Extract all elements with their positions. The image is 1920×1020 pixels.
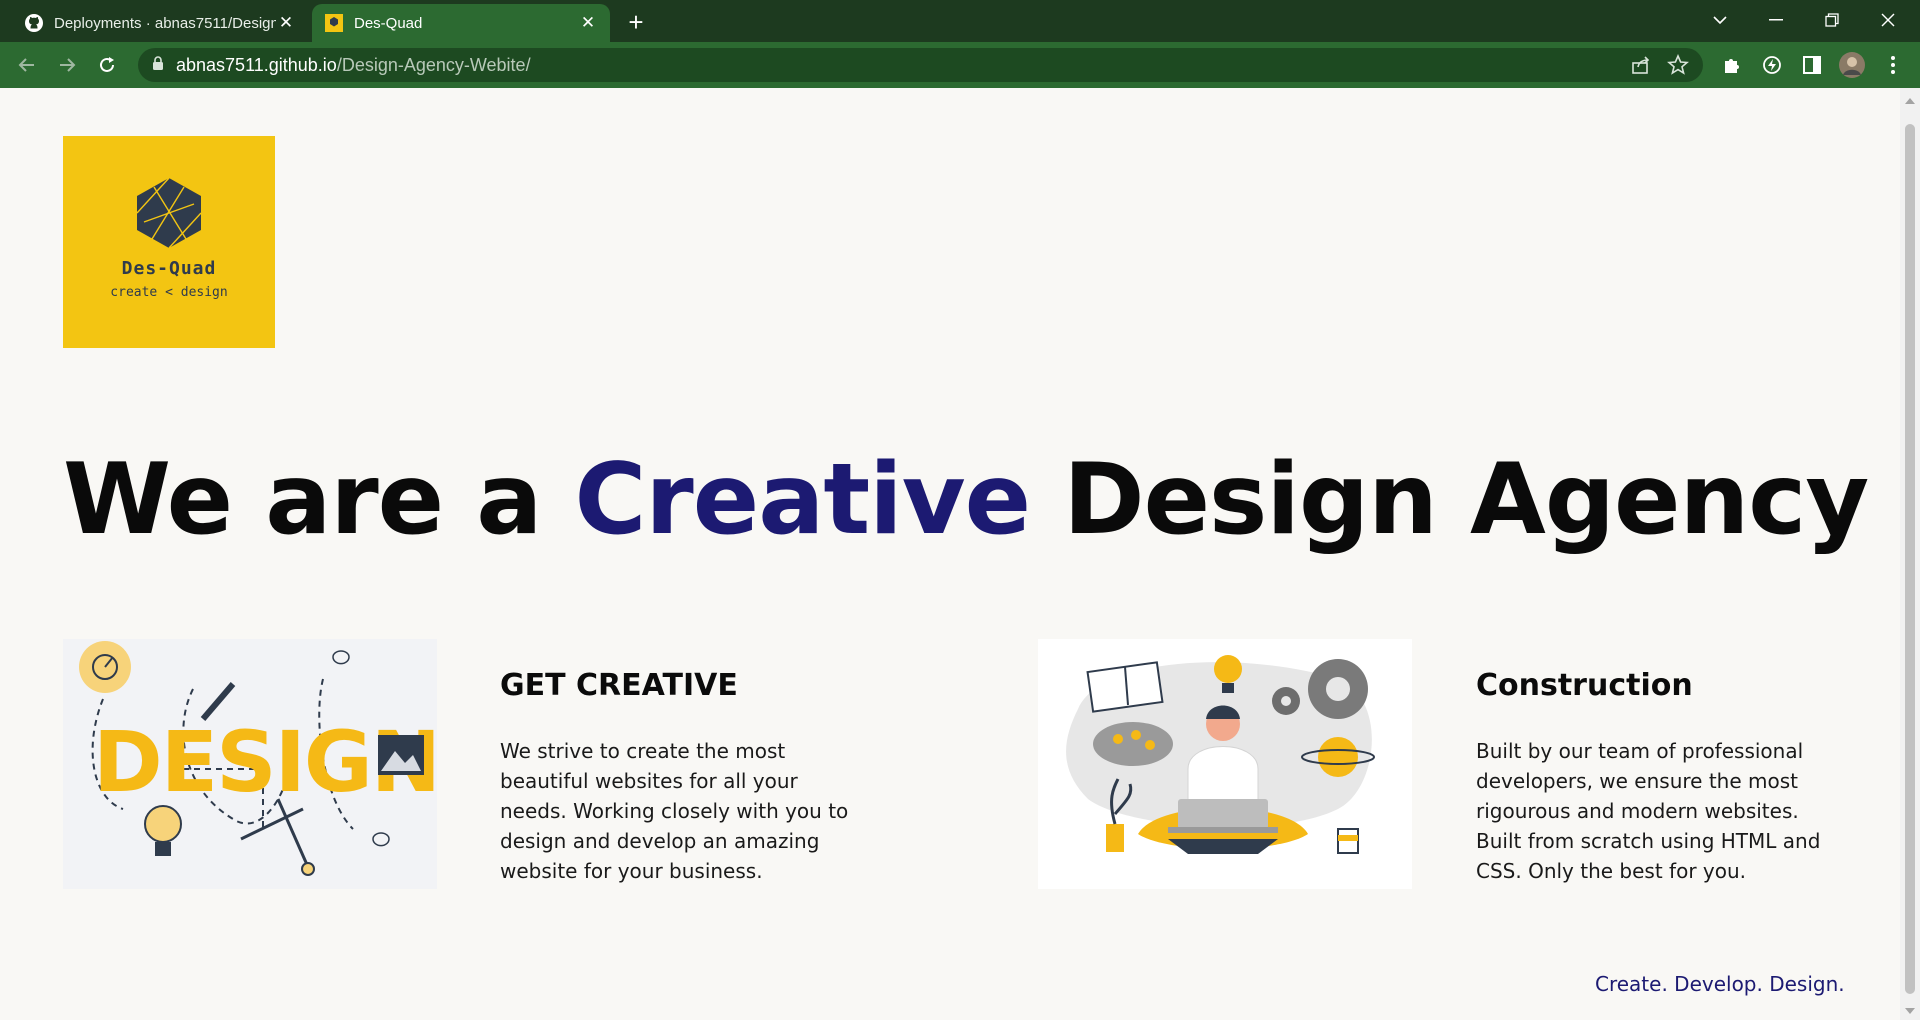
restore-button[interactable] [1804,0,1860,40]
extensions-puzzle-icon[interactable] [1719,52,1745,78]
github-icon [24,13,44,33]
url-path: /Design-Agency-Webite/ [336,54,531,75]
footer-tagline: Create. Develop. Design. [1595,972,1845,996]
scroll-up-arrow-icon[interactable] [1905,98,1915,104]
page-content: Des-Quad create < design We are a Creati… [0,88,1900,1020]
address-bar[interactable]: abnas7511.github.io/Design-Agency-Webite… [138,48,1703,82]
close-window-button[interactable] [1860,0,1916,40]
headline-part1: We are a [63,443,575,557]
lock-icon[interactable] [152,55,164,75]
browser-menu-icon[interactable] [1880,52,1906,78]
tab-title: Deployments · abnas7511/Design [54,14,276,32]
tab-des-quad[interactable]: Des-Quad ✕ [312,4,610,42]
scroll-down-arrow-icon[interactable] [1905,1008,1915,1014]
scroll-thumb[interactable] [1905,124,1915,994]
hexagon-logo-icon [136,177,202,249]
reload-button[interactable] [92,50,122,80]
hero-headline: We are a Creative Design Agency [63,440,1900,560]
section-title-get-creative: GET CREATIVE [500,668,738,703]
side-panel-icon[interactable] [1799,52,1825,78]
logo-tagline: create < design [110,285,228,300]
extension-bolt-icon[interactable] [1759,52,1785,78]
url-host: abnas7511.github.io [176,54,337,75]
new-tab-button[interactable]: + [622,8,650,36]
browser-tab-bar: Deployments · abnas7511/Design ✕ Des-Qua… [0,0,1920,42]
arrow-right-icon [60,58,76,72]
section-title-construction: Construction [1476,668,1693,703]
logo-name: Des-Quad [121,258,217,279]
minimize-button[interactable] [1748,0,1804,40]
url-text: abnas7511.github.io/Design-Agency-Webite… [176,55,531,76]
tab-search-chevron-icon[interactable] [1692,0,1748,40]
developer-illustration [1038,639,1412,889]
browser-toolbar: abnas7511.github.io/Design-Agency-Webite… [0,42,1920,88]
reload-icon [100,57,114,72]
close-tab-icon[interactable]: ✕ [276,13,296,33]
section-text-construction: Built by our team of professional develo… [1476,739,1821,883]
headline-part2: Design Agency [1030,443,1869,557]
share-icon[interactable] [1631,55,1651,80]
back-button[interactable] [12,50,42,80]
forward-button[interactable] [52,50,82,80]
page-scrollbar[interactable] [1900,88,1920,1020]
close-tab-icon[interactable]: ✕ [578,13,598,33]
tab-title: Des-Quad [354,14,423,32]
section-text-get-creative: We strive to create the most beautiful w… [500,739,849,883]
headline-accent: Creative [574,443,1031,557]
arrow-left-icon [18,58,34,72]
site-logo[interactable]: Des-Quad create < design [63,136,275,348]
profile-avatar[interactable] [1839,52,1865,78]
site-favicon-icon [324,13,344,33]
design-illustration: DESIGN [63,639,441,889]
tab-deployments[interactable]: Deployments · abnas7511/Design ✕ [12,4,308,42]
bookmark-star-icon[interactable] [1667,53,1689,81]
